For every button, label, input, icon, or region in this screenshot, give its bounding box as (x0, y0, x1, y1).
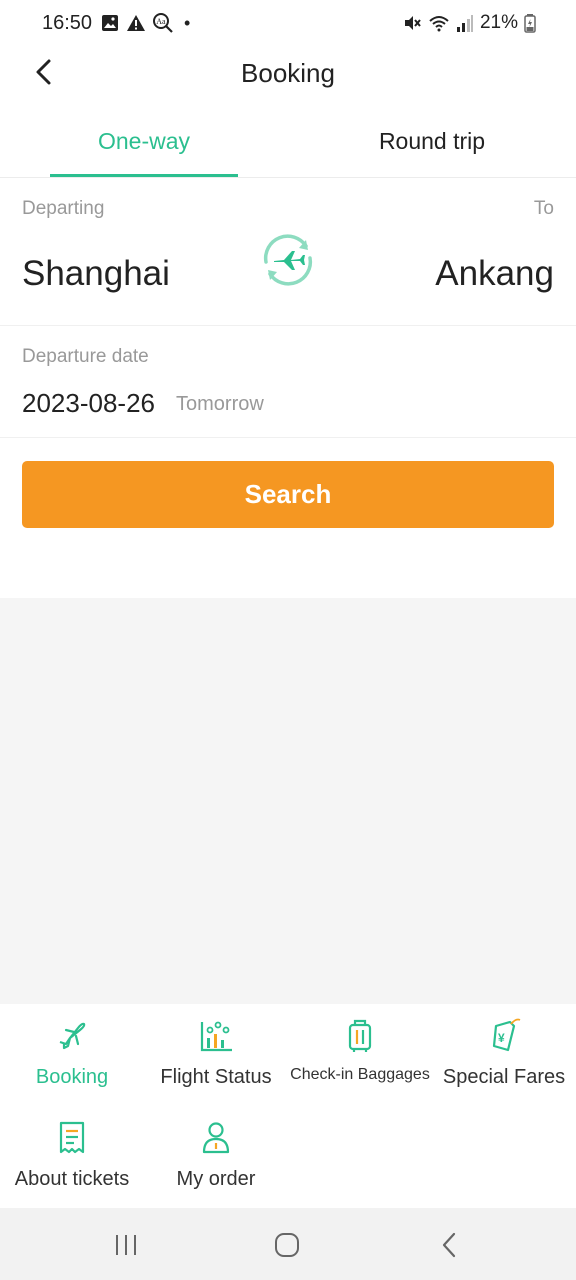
flight-status-icon (200, 1021, 232, 1052)
back-icon (442, 1232, 456, 1258)
departing-label: Departing (22, 198, 105, 219)
menu-label-my-order: My order (176, 1168, 256, 1190)
arrival-city[interactable]: Ankang (435, 254, 554, 294)
departure-date-hint: Tomorrow (176, 393, 264, 415)
menu-label-special-fares: Special Fares (442, 1066, 566, 1088)
svg-text:¥: ¥ (498, 1031, 505, 1045)
receipt-icon (59, 1121, 85, 1154)
status-icons-left: Aa • (100, 12, 190, 34)
mute-icon (404, 16, 421, 30)
menu-item-check-in-baggages[interactable]: Check-in Baggages (288, 1004, 432, 1104)
menu-item-about-tickets[interactable]: About tickets (0, 1106, 144, 1206)
wifi-icon (429, 16, 449, 32)
battery-percent: 21% (479, 12, 518, 33)
plane-icon (59, 1022, 86, 1050)
home-icon (275, 1233, 299, 1257)
menu-item-booking[interactable]: Booking (0, 1004, 144, 1104)
search-button[interactable]: Search (22, 461, 554, 528)
battery-icon (524, 14, 536, 33)
tab-one-way[interactable]: One-way (50, 128, 238, 155)
recent-apps-icon (116, 1235, 136, 1255)
page-title: Booking (241, 58, 335, 88)
plane-swap-icon (263, 234, 313, 286)
trip-type-tabs: One-way Round trip (0, 110, 576, 178)
font-icon: Aa (153, 13, 173, 33)
warning-icon (127, 15, 145, 31)
gallery-icon (102, 15, 118, 31)
menu-label-booking: Booking (35, 1066, 109, 1088)
user-order-icon (202, 1122, 230, 1154)
active-tab-indicator (50, 174, 238, 177)
status-bar: 16:50 Aa • 21% (0, 0, 576, 48)
tab-round-trip[interactable]: Round trip (338, 128, 526, 155)
svg-text:Aa: Aa (156, 17, 166, 26)
to-label: To (533, 198, 554, 219)
signal-icon (456, 15, 473, 32)
header: Booking (0, 48, 576, 100)
recent-apps-button[interactable] (106, 1228, 146, 1262)
departure-date-section[interactable]: Departure date 2023-08-26 Tomorrow (0, 326, 576, 438)
menu-label-about-tickets: About tickets (14, 1168, 130, 1190)
menu-item-flight-status[interactable]: Flight Status (144, 1004, 288, 1104)
menu-item-my-order[interactable]: My order (144, 1106, 288, 1206)
system-back-button[interactable] (430, 1228, 470, 1262)
swap-cities-button[interactable] (256, 228, 320, 292)
menu-item-special-fares[interactable]: ¥ Special Fares (432, 1004, 576, 1104)
route-section: Departing To Shanghai Ankang (0, 178, 576, 326)
status-time: 16:50 (42, 12, 93, 34)
menu-label-check-in-baggages: Check-in Baggages (290, 1066, 430, 1083)
home-button[interactable] (267, 1228, 307, 1262)
notification-dot: • (184, 12, 191, 33)
content-area (0, 598, 576, 1004)
menu-label-flight-status: Flight Status (160, 1066, 272, 1088)
price-tag-icon: ¥ (492, 1018, 521, 1052)
luggage-icon (348, 1019, 372, 1052)
system-nav-bar (0, 1208, 576, 1280)
status-icons-right: 21% (402, 12, 536, 34)
departure-city[interactable]: Shanghai (22, 254, 170, 294)
departure-date-value: 2023-08-26 (22, 388, 155, 418)
service-menu: Booking Flight Status Check-in Baggages (0, 1004, 576, 1208)
departure-date-label: Departure date (22, 346, 149, 367)
